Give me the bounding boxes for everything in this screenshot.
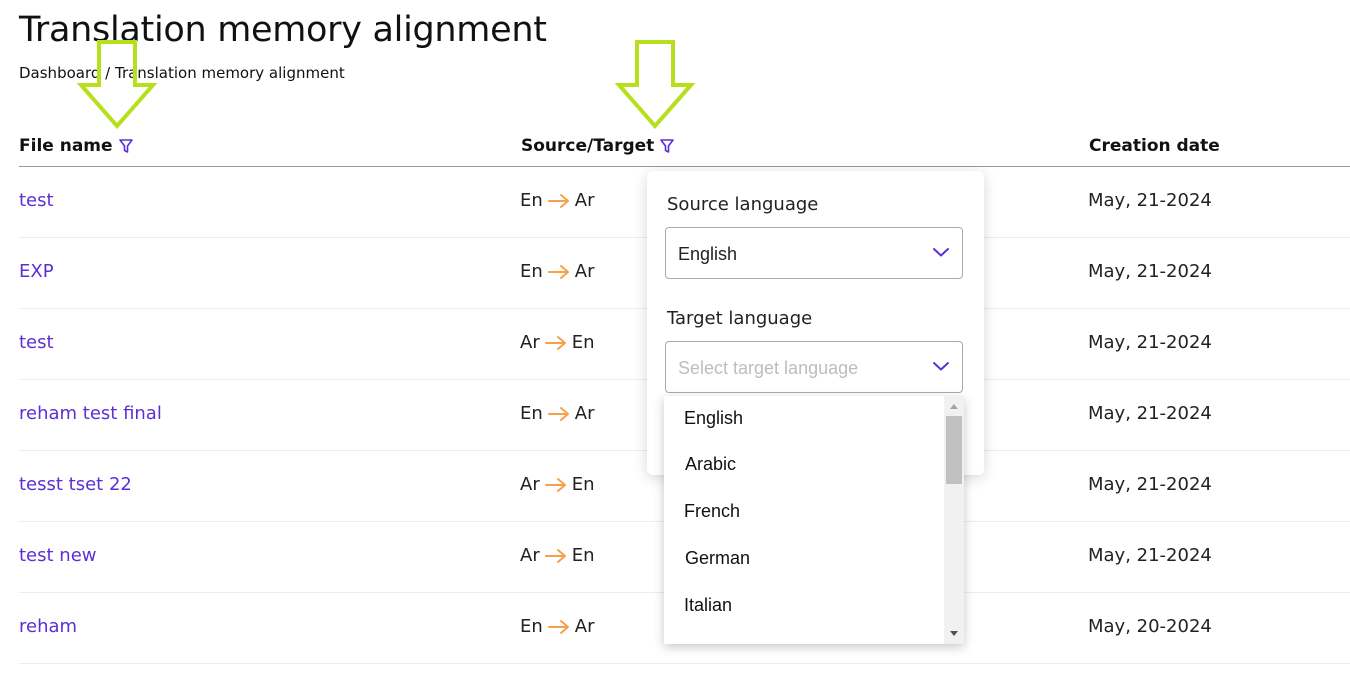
column-label-file-name: File name — [19, 136, 113, 156]
column-header-file-name: File name — [19, 136, 134, 156]
column-label-creation-date: Creation date — [1089, 136, 1220, 156]
arrow-right-icon — [547, 619, 569, 634]
option-french[interactable]: French — [684, 501, 740, 522]
source-language-value: English — [678, 244, 738, 264]
breadcrumb: Dashboard / Translation memory alignment — [19, 64, 345, 82]
annotation-arrow-icon — [77, 40, 157, 130]
arrow-right-icon — [544, 477, 566, 492]
source-language-select[interactable]: English — [665, 227, 963, 279]
target-lang: Ar — [574, 261, 595, 282]
dropdown-scrollbar[interactable] — [944, 396, 964, 644]
target-lang: En — [571, 545, 595, 566]
breadcrumb-home[interactable]: Dashboard — [19, 64, 100, 82]
file-name-link[interactable]: test — [19, 190, 54, 211]
source-lang: En — [520, 403, 543, 424]
creation-date: May, 20-2024 — [1088, 616, 1212, 637]
option-english[interactable]: English — [684, 408, 743, 429]
target-language-label: Target language — [667, 308, 813, 329]
source-lang: En — [520, 616, 543, 637]
language-pair: En Ar — [520, 616, 595, 637]
target-language-select[interactable]: Select target language — [665, 341, 963, 393]
source-lang: Ar — [520, 474, 540, 495]
option-german[interactable]: German — [685, 548, 750, 569]
breadcrumb-separator: / — [100, 64, 115, 82]
target-language-placeholder: Select target language — [678, 358, 859, 378]
language-pair: Ar En — [520, 474, 595, 495]
filter-icon[interactable] — [118, 138, 134, 154]
target-lang: Ar — [574, 190, 595, 211]
arrow-right-icon — [544, 335, 566, 350]
file-name-link[interactable]: test — [19, 332, 54, 353]
option-arabic[interactable]: Arabic — [685, 454, 736, 475]
language-pair: Ar En — [520, 332, 595, 353]
column-header-creation-date: Creation date — [1089, 136, 1220, 156]
file-name-link[interactable]: test new — [19, 545, 97, 566]
arrow-right-icon — [547, 264, 569, 279]
chevron-down-icon — [933, 362, 949, 371]
target-lang: En — [571, 474, 595, 495]
breadcrumb-current: Translation memory alignment — [114, 64, 345, 82]
option-italian[interactable]: Italian — [684, 595, 732, 616]
arrow-right-icon — [547, 193, 569, 208]
target-lang: Ar — [574, 616, 595, 637]
scroll-down-arrow-icon[interactable] — [950, 631, 958, 636]
chevron-down-icon — [933, 248, 949, 257]
source-lang: En — [520, 261, 543, 282]
arrow-right-icon — [544, 548, 566, 563]
creation-date: May, 21-2024 — [1088, 332, 1212, 353]
language-pair: En Ar — [520, 190, 595, 211]
language-pair: Ar En — [520, 545, 595, 566]
target-lang: Ar — [574, 403, 595, 424]
source-language-label: Source language — [667, 194, 819, 215]
page-title: Translation memory alignment — [19, 10, 547, 50]
source-lang: Ar — [520, 332, 540, 353]
file-name-link[interactable]: tesst tset 22 — [19, 474, 132, 495]
creation-date: May, 21-2024 — [1088, 403, 1212, 424]
file-name-link[interactable]: reham test final — [19, 403, 162, 424]
language-pair: En Ar — [520, 261, 595, 282]
table-header: File name Source/Target Creation date — [19, 130, 1350, 167]
file-name-link[interactable]: reham — [19, 616, 77, 637]
creation-date: May, 21-2024 — [1088, 261, 1212, 282]
source-lang: En — [520, 190, 543, 211]
filter-icon[interactable] — [659, 138, 675, 154]
language-pair: En Ar — [520, 403, 595, 424]
column-header-source-target: Source/Target — [521, 136, 675, 156]
source-lang: Ar — [520, 545, 540, 566]
creation-date: May, 21-2024 — [1088, 545, 1212, 566]
arrow-right-icon — [547, 406, 569, 421]
scroll-up-arrow-icon[interactable] — [950, 404, 958, 409]
creation-date: May, 21-2024 — [1088, 190, 1212, 211]
target-lang: En — [571, 332, 595, 353]
target-language-options: English Arabic French German Italian — [664, 396, 964, 644]
file-name-link[interactable]: EXP — [19, 261, 54, 282]
annotation-arrow-icon — [615, 40, 695, 130]
column-label-source-target: Source/Target — [521, 136, 655, 156]
creation-date: May, 21-2024 — [1088, 474, 1212, 495]
scroll-thumb[interactable] — [946, 416, 962, 484]
